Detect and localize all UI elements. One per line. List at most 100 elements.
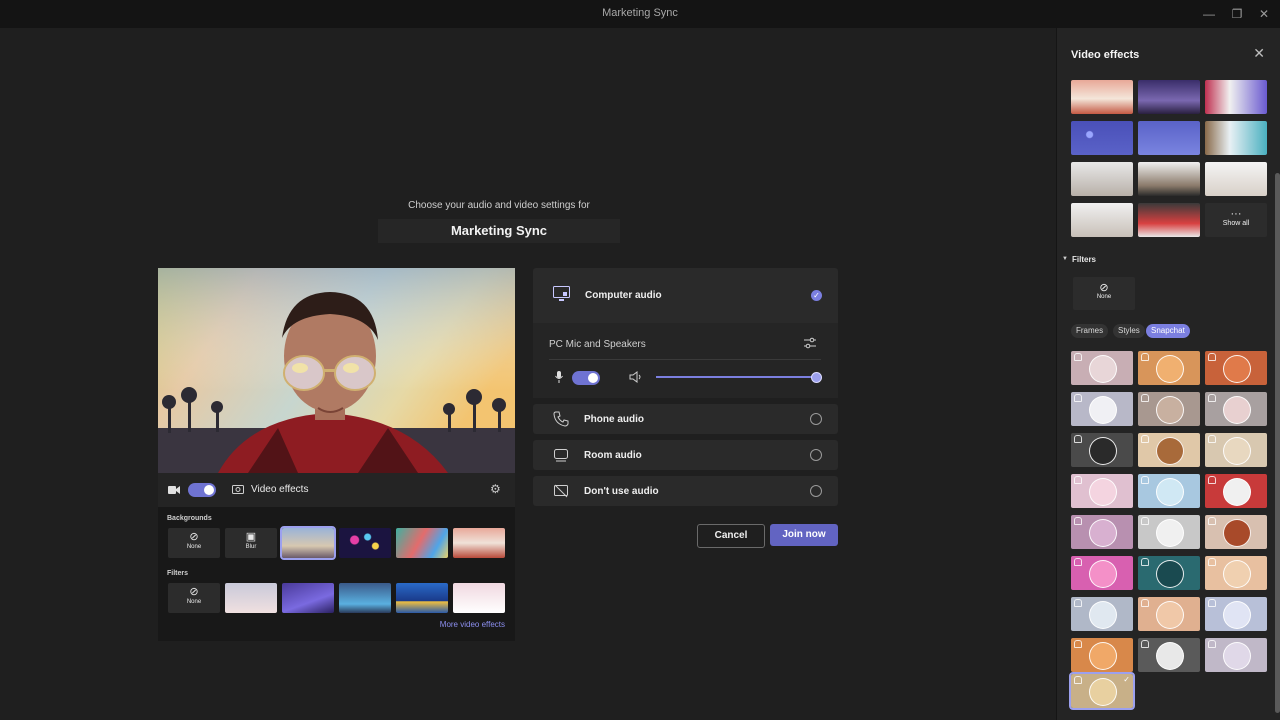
snapchat-ghost-icon xyxy=(1208,558,1216,566)
snapchat-lens-9[interactable] xyxy=(1205,433,1267,467)
snapchat-lens-16[interactable] xyxy=(1071,556,1133,590)
side-background-3[interactable] xyxy=(1205,80,1267,114)
filter-thumb-5[interactable] xyxy=(453,583,505,613)
side-background-9[interactable] xyxy=(1205,162,1267,196)
show-all-backgrounds-button[interactable]: ··· Show all xyxy=(1205,203,1267,237)
snapchat-lens-21[interactable] xyxy=(1205,597,1267,631)
cancel-button[interactable]: Cancel xyxy=(697,524,765,548)
snapchat-lens-10[interactable] xyxy=(1071,474,1133,508)
snapchat-lens-12[interactable] xyxy=(1205,474,1267,508)
snapchat-lens-13[interactable] xyxy=(1071,515,1133,549)
snapchat-lens-22[interactable] xyxy=(1071,638,1133,672)
side-panel-title: Video effects xyxy=(1071,49,1140,61)
side-panel-scrollbar[interactable] xyxy=(1275,173,1280,713)
restore-icon[interactable]: ❐ xyxy=(1226,5,1248,23)
backgrounds-label: Backgrounds xyxy=(167,515,212,522)
lens-face xyxy=(1156,437,1184,465)
background-none[interactable]: ⊘ None xyxy=(168,528,220,558)
speaker-volume-thumb[interactable] xyxy=(811,372,822,383)
snapchat-ghost-icon xyxy=(1141,476,1149,484)
side-background-11[interactable] xyxy=(1138,203,1200,237)
phone-audio-option[interactable]: Phone audio xyxy=(533,404,838,434)
selected-check-icon: ✓ xyxy=(1123,675,1130,684)
background-thumb-beach[interactable] xyxy=(280,526,336,560)
join-now-button[interactable]: Join now xyxy=(770,524,838,546)
video-effects-icon[interactable] xyxy=(232,483,244,495)
camera-toggle[interactable] xyxy=(188,483,216,497)
lens-face xyxy=(1223,437,1251,465)
side-filter-none-label: None xyxy=(1096,294,1112,300)
filters-collapse-chevron-icon[interactable]: ▼ xyxy=(1062,256,1068,262)
snapchat-ghost-icon xyxy=(1141,517,1149,525)
close-window-icon[interactable]: ✕ xyxy=(1253,5,1275,23)
snapchat-ghost-icon xyxy=(1074,676,1082,684)
no-audio-radio[interactable] xyxy=(810,485,822,497)
side-background-2[interactable] xyxy=(1138,80,1200,114)
audio-settings-sliders-icon[interactable] xyxy=(804,337,816,349)
filter-none[interactable]: ⊘ None xyxy=(168,583,220,613)
snapchat-lens-19[interactable] xyxy=(1071,597,1133,631)
snapchat-ghost-icon xyxy=(1208,476,1216,484)
snapchat-lens-17[interactable] xyxy=(1138,556,1200,590)
show-all-label: Show all xyxy=(1222,220,1250,227)
snapchat-ghost-icon xyxy=(1208,435,1216,443)
lens-face xyxy=(1156,601,1184,629)
snapchat-lens-7[interactable] xyxy=(1071,433,1133,467)
phone-audio-radio[interactable] xyxy=(810,413,822,425)
snapchat-lens-18[interactable] xyxy=(1205,556,1267,590)
snapchat-ghost-icon xyxy=(1074,476,1082,484)
video-controls-bar: Video effects ⚙ xyxy=(158,473,515,507)
background-thumb-abstract[interactable] xyxy=(396,528,448,558)
snapchat-ghost-icon xyxy=(1141,558,1149,566)
snapchat-lens-1[interactable] xyxy=(1071,351,1133,385)
room-audio-option[interactable]: Room audio xyxy=(533,440,838,470)
video-effects-button[interactable]: Video effects xyxy=(251,484,308,495)
filter-thumb-1[interactable] xyxy=(225,583,277,613)
filter-thumb-4[interactable] xyxy=(396,583,448,613)
snapchat-lens-20[interactable] xyxy=(1138,597,1200,631)
snapchat-lens-24[interactable] xyxy=(1205,638,1267,672)
chip-styles[interactable]: Styles xyxy=(1113,324,1145,338)
snapchat-lens-8[interactable] xyxy=(1138,433,1200,467)
more-video-effects-link[interactable]: More video effects xyxy=(440,620,505,629)
lens-face xyxy=(1089,437,1117,465)
side-background-1[interactable] xyxy=(1071,80,1133,114)
computer-audio-card[interactable]: Computer audio ✓ PC Mic and Speakers xyxy=(533,268,838,398)
chip-snapchat[interactable]: Snapchat xyxy=(1146,324,1190,338)
snapchat-lens-3[interactable] xyxy=(1205,351,1267,385)
background-blur[interactable]: ▣ Blur xyxy=(225,528,277,558)
snapchat-lens-5[interactable] xyxy=(1138,392,1200,426)
side-background-7[interactable] xyxy=(1071,162,1133,196)
side-background-6[interactable] xyxy=(1205,121,1267,155)
filter-thumb-3[interactable] xyxy=(339,583,391,613)
side-filters-label: Filters xyxy=(1072,255,1097,264)
phone-icon xyxy=(553,411,569,427)
close-panel-icon[interactable]: ✕ xyxy=(1253,45,1265,62)
no-audio-option[interactable]: Don't use audio xyxy=(533,476,838,506)
snapchat-lens-11[interactable] xyxy=(1138,474,1200,508)
side-filter-none[interactable]: ⊘ None xyxy=(1073,277,1135,310)
filter-thumb-2[interactable] xyxy=(282,583,334,613)
snapchat-ghost-icon xyxy=(1208,640,1216,648)
side-background-5[interactable] xyxy=(1138,121,1200,155)
background-thumb-confetti[interactable] xyxy=(339,528,391,558)
speaker-volume-slider[interactable] xyxy=(656,376,816,378)
microphone-toggle[interactable] xyxy=(572,371,600,385)
room-audio-radio[interactable] xyxy=(810,449,822,461)
snapchat-lens-15[interactable] xyxy=(1205,515,1267,549)
side-background-4[interactable] xyxy=(1071,121,1133,155)
side-background-8[interactable] xyxy=(1138,162,1200,196)
chip-frames[interactable]: Frames xyxy=(1071,324,1109,338)
lens-face xyxy=(1089,355,1117,383)
snapchat-lens-23[interactable] xyxy=(1138,638,1200,672)
device-settings-gear-icon[interactable]: ⚙ xyxy=(490,483,503,496)
snapchat-lens-14[interactable] xyxy=(1138,515,1200,549)
snapchat-lens-6[interactable] xyxy=(1205,392,1267,426)
snapchat-lens-2[interactable] xyxy=(1138,351,1200,385)
none-icon: ⊘ xyxy=(189,531,199,543)
minimize-icon[interactable]: — xyxy=(1198,5,1220,23)
snapchat-lens-4[interactable] xyxy=(1071,392,1133,426)
snapchat-lens-25-selected[interactable]: ✓ xyxy=(1069,672,1135,710)
background-thumb-room[interactable] xyxy=(453,528,505,558)
side-background-10[interactable] xyxy=(1071,203,1133,237)
